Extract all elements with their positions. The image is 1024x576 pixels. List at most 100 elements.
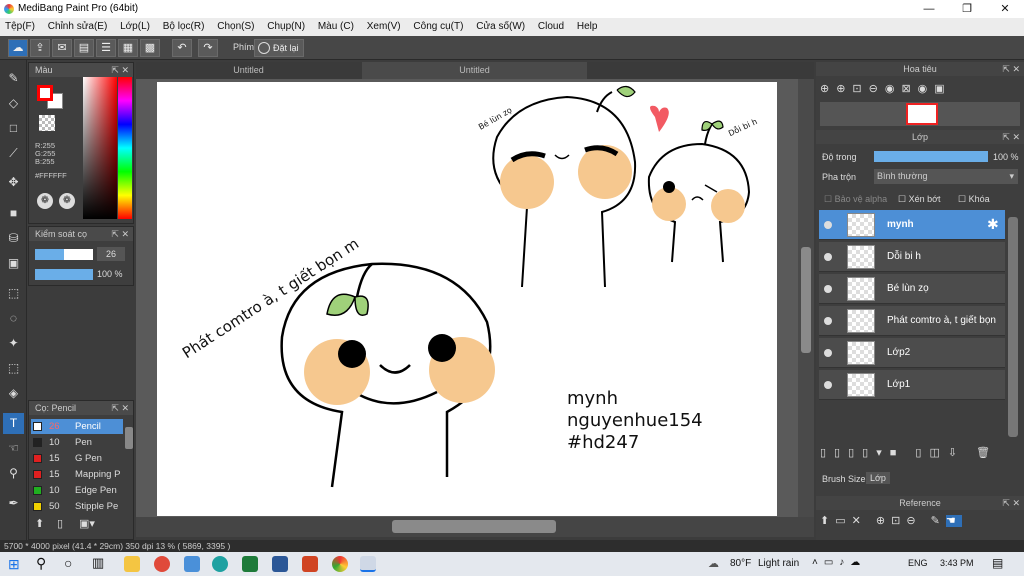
lasso-tool-icon[interactable]: ◌ xyxy=(3,308,24,329)
language-indicator[interactable]: ENG xyxy=(908,558,928,568)
brush-tool-icon[interactable]: ✎ xyxy=(3,68,24,89)
navigator-preview[interactable] xyxy=(820,102,1020,126)
saturation-value-picker[interactable] xyxy=(83,77,117,219)
reset-button[interactable]: Đặt lại xyxy=(254,39,304,57)
chrome-icon[interactable] xyxy=(332,556,348,572)
task-view-icon[interactable]: ▥ xyxy=(92,555,104,571)
menu-edit[interactable]: Chỉnh sửa(E) xyxy=(43,18,113,36)
tab-untitled-1[interactable]: Untitled xyxy=(136,62,361,79)
panel-close-icon[interactable]: ⇱ ✕ xyxy=(111,63,129,77)
primary-color-swatch[interactable] xyxy=(37,85,53,101)
select-tool-icon[interactable]: ⬚ xyxy=(3,283,24,304)
menu-help[interactable]: Help xyxy=(572,18,603,36)
menu-tools[interactable]: Công cụ(T) xyxy=(408,18,468,36)
cloud-icon[interactable]: ☁ xyxy=(8,39,28,57)
brush-size-slider[interactable] xyxy=(35,249,93,260)
eye-icon[interactable] xyxy=(824,381,832,389)
text-tool-icon[interactable]: T xyxy=(3,413,24,434)
share-icon[interactable]: ⇪ xyxy=(30,39,50,57)
clock[interactable]: 3:43 PM xyxy=(940,558,974,568)
list-icon[interactable]: ☰ xyxy=(96,39,116,57)
vertical-scroll-thumb[interactable] xyxy=(801,247,811,353)
tab-brush-size[interactable]: Brush Size xyxy=(822,474,866,484)
eye-icon[interactable] xyxy=(824,221,832,229)
brush-item[interactable]: 50 Stipple Pe xyxy=(31,499,123,514)
edge-icon[interactable] xyxy=(212,556,228,572)
brush-list-scrollbar[interactable] xyxy=(125,427,133,449)
canvas-vertical-scrollbar[interactable] xyxy=(798,79,814,517)
navigator-viewport[interactable] xyxy=(906,103,938,125)
layer-row-doi[interactable]: Dỗi bi h xyxy=(819,242,1005,272)
tray-icons[interactable]: ˄▭♪☁ xyxy=(812,557,866,568)
eyedropper-icon[interactable]: ⚲ xyxy=(3,463,24,484)
fill-rect-tool-icon[interactable]: ■ xyxy=(3,203,24,224)
eye-icon[interactable] xyxy=(824,317,832,325)
reference-toolbar[interactable]: ⬆▭✕ ⊕⊡⊖ ✎☚ xyxy=(820,514,1020,532)
pen-extra-icon[interactable]: ✒ xyxy=(3,493,24,514)
select-pen-icon[interactable]: ⬚ xyxy=(3,358,24,379)
excel-icon[interactable] xyxy=(242,556,258,572)
app-red-icon[interactable] xyxy=(154,556,170,572)
chat-icon[interactable]: ✉ xyxy=(52,39,72,57)
layer-row-be[interactable]: Bé lùn zọ xyxy=(819,274,1005,304)
weather-desc[interactable]: Light rain xyxy=(758,558,799,569)
canvas-area[interactable]: Phát comtro à, t giết bọn m Bé lùn zọ Dỗ… xyxy=(136,79,814,517)
layer-row-mynh[interactable]: mynh ✱ xyxy=(819,210,1005,240)
weather-icon[interactable]: ☁ xyxy=(708,557,719,570)
menu-window[interactable]: Cửa số(W) xyxy=(471,18,530,36)
file-explorer-icon[interactable] xyxy=(124,556,140,572)
layer-opacity-slider[interactable] xyxy=(874,151,988,162)
grid-icon[interactable]: ▩ xyxy=(140,39,160,57)
panel-close-icon[interactable]: ⇱ ✕ xyxy=(1002,62,1020,76)
eraser-tool-icon[interactable]: ◇ xyxy=(3,93,24,114)
signature-tag[interactable]: #hd247 xyxy=(567,432,639,453)
alpha-protect-checkbox[interactable]: ☐ Bảo vệ alpha xyxy=(824,194,887,205)
panel-close-icon[interactable]: ⇱ ✕ xyxy=(1002,496,1020,510)
select-eraser-icon[interactable]: ◈ xyxy=(3,383,24,404)
transparent-swatch[interactable] xyxy=(39,115,55,131)
brush-menu-icon[interactable]: ▣▾ xyxy=(79,517,95,530)
undo-icon[interactable]: ↶ xyxy=(172,39,192,57)
tab-layer[interactable]: Lớp xyxy=(866,472,890,484)
blend-mode-select[interactable]: Bình thường ▾ xyxy=(874,169,1018,184)
brush-settings-icon[interactable]: ⬆ xyxy=(35,517,44,530)
brush-item[interactable]: 10 Pen xyxy=(31,435,123,450)
gradient-tool-icon[interactable]: ▣ xyxy=(3,253,24,274)
minimize-button[interactable]: — xyxy=(912,0,946,18)
brush-item[interactable]: 10 Edge Pen xyxy=(31,483,123,498)
palette-add-icon[interactable]: ❁ xyxy=(59,193,75,209)
monitor-icon[interactable] xyxy=(184,556,200,572)
panel-icon[interactable]: ▦ xyxy=(118,39,138,57)
clipping-checkbox[interactable]: ☐ Xén bớt xyxy=(898,194,941,205)
bucket-tool-icon[interactable]: ⛁ xyxy=(3,228,24,249)
move-tool-icon[interactable]: ✥ xyxy=(3,172,24,193)
redo-icon[interactable]: ↷ xyxy=(198,39,218,57)
brush-item[interactable]: 15 Mapping P xyxy=(31,467,123,482)
layer-row-lop2[interactable]: Lớp2 xyxy=(819,338,1005,368)
tab-untitled-2[interactable]: Untitled xyxy=(362,62,587,79)
powerpoint-icon[interactable] xyxy=(302,556,318,572)
signature-user[interactable]: nguyenhue154 xyxy=(567,410,703,431)
notification-icon[interactable]: ▤ xyxy=(992,556,1003,570)
new-brush-icon[interactable]: ▯ xyxy=(57,517,63,530)
brush-item[interactable]: 26 Pencil xyxy=(31,419,123,434)
menu-snap[interactable]: Chụp(N) xyxy=(262,18,310,36)
cortana-icon[interactable]: ○ xyxy=(64,555,72,571)
operation-tool-icon[interactable]: ☜ xyxy=(3,438,24,459)
layer-list-scrollbar[interactable] xyxy=(1008,217,1018,437)
lock-checkbox[interactable]: ☐ Khóa xyxy=(958,194,990,205)
layer-row-phat[interactable]: Phát comtro à, t giết bọn xyxy=(819,306,1005,336)
menu-filter[interactable]: Bộ lọc(R) xyxy=(158,18,210,36)
windows-start-icon[interactable]: ⊞ xyxy=(8,556,20,573)
signature-mynh[interactable]: mynh xyxy=(567,388,618,409)
hand-icon[interactable]: ☚ xyxy=(945,515,962,527)
canvas-horizontal-scrollbar[interactable] xyxy=(136,517,814,537)
search-icon[interactable]: ⚲ xyxy=(36,555,46,572)
panel-close-icon[interactable]: ⇱ ✕ xyxy=(1002,130,1020,144)
close-button[interactable]: ✕ xyxy=(988,0,1022,18)
brush-size-value[interactable]: 26 xyxy=(97,247,125,261)
line-tool-icon[interactable]: ⟋ xyxy=(3,143,24,164)
layer-actions-toolbar[interactable]: ▯▯▯▯▾■ ▯◫⇩ 🗑 xyxy=(820,446,1020,464)
panel-close-icon[interactable]: ⇱ ✕ xyxy=(111,227,129,241)
comment-icon[interactable]: ▤ xyxy=(74,39,94,57)
